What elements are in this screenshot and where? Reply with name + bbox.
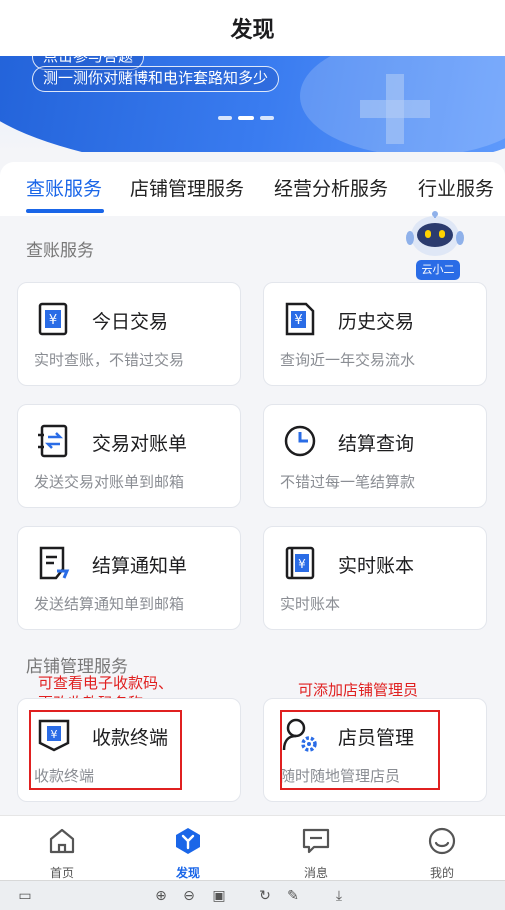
card-title: 今日交易 (92, 311, 169, 333)
section-title-checking: 查账服务 (26, 241, 94, 261)
card-description: 实时查账，不错过交易 (34, 351, 185, 369)
annotation-staff: 可添加店铺管理员 (298, 681, 419, 699)
card-title: 历史交易 (338, 311, 415, 333)
notice-document-icon (39, 546, 70, 580)
receipt-yen-icon: ¥ (38, 302, 68, 336)
nav-item-discover[interactable]: 发现 (153, 826, 223, 881)
top-header: 发现 (0, 0, 505, 56)
assistant-label: 云小二 (416, 260, 460, 280)
page-title: 发现 (230, 18, 275, 43)
tab-store-management[interactable]: 店铺管理服务 (130, 174, 244, 201)
assistant-widget[interactable]: 云小二 (402, 208, 468, 280)
card-title: 交易对账单 (92, 433, 188, 455)
card-settlement-notice[interactable]: 结算通知单 发送结算通知单到邮箱 (17, 526, 241, 630)
exchange-document-icon (38, 424, 68, 458)
banner-dot-active[interactable] (238, 116, 254, 120)
robot-icon (406, 211, 464, 256)
discover-icon (176, 828, 200, 854)
zoom-in-icon[interactable]: ⊕ (152, 887, 170, 905)
card-title: 结算查询 (338, 433, 415, 455)
banner-pagination (218, 116, 274, 120)
nav-label-discover: 发现 (175, 866, 200, 880)
home-icon (49, 828, 75, 854)
nav-item-message[interactable]: 消息 (281, 826, 351, 881)
rotate-icon[interactable]: ↻ (256, 887, 274, 905)
card-today-trade[interactable]: ¥ 今日交易 实时查账，不错过交易 (17, 282, 241, 386)
card-realtime-ledger[interactable]: ¥ 实时账本 实时账本 (263, 526, 487, 630)
promo-banner[interactable]: 点击参与答题 测一测你对赌博和电诈套路知多少 (0, 56, 505, 152)
ledger-book-icon: ¥ (285, 546, 315, 580)
nav-label-profile: 我的 (429, 866, 454, 880)
document-yen-icon: ¥ (285, 302, 315, 336)
viewer-toolbar: ▭ ⊕ ⊖ ▣ ↻ ✎ ⤓ (0, 880, 505, 910)
card-title: 实时账本 (338, 555, 415, 577)
nav-label-message: 消息 (303, 866, 328, 880)
tab-industry-service[interactable]: 行业服务 (418, 174, 494, 201)
download-icon[interactable]: ⤓ (330, 887, 348, 905)
tab-checking-service[interactable]: 查账服务 (26, 174, 102, 201)
nav-item-home[interactable]: 首页 (27, 826, 97, 881)
highlight-box-staff (280, 710, 440, 790)
nav-label-home: 首页 (49, 866, 74, 880)
card-description: 不错过每一笔结算款 (280, 473, 416, 491)
banner-quiz-pill[interactable]: 测一测你对赌博和电诈套路知多少 (32, 66, 280, 92)
tab-business-analysis[interactable]: 经营分析服务 (274, 174, 388, 201)
svg-text:¥: ¥ (294, 313, 302, 328)
bottom-navigation: 首页 发现 消息 我的 (0, 815, 505, 880)
card-description: 发送交易对账单到邮箱 (34, 473, 185, 491)
banner-dot[interactable] (218, 116, 232, 120)
sidebar-toggle-icon[interactable]: ▭ (16, 887, 34, 905)
card-description: 查询近一年交易流水 (280, 351, 416, 369)
message-icon (302, 828, 330, 854)
banner-cross-decoration (360, 74, 430, 144)
banner-dot[interactable] (260, 116, 274, 120)
card-title: 结算通知单 (92, 555, 188, 577)
card-description: 发送结算通知单到邮箱 (34, 595, 185, 613)
pen-icon[interactable]: ✎ (284, 887, 302, 905)
nav-item-profile[interactable]: 我的 (407, 826, 477, 881)
card-history-trade[interactable]: ¥ 历史交易 查询近一年交易流水 (263, 282, 487, 386)
card-reconcile[interactable]: 交易对账单 发送交易对账单到邮箱 (17, 404, 241, 508)
card-settlement-query[interactable]: 结算查询 不错过每一笔结算款 (263, 404, 487, 508)
zoom-out-icon[interactable]: ⊖ (180, 887, 198, 905)
highlight-box-terminal (29, 710, 182, 790)
annotation-terminal-line1: 可查看电子收款码、 (38, 674, 174, 692)
profile-icon (428, 827, 456, 855)
svg-text:¥: ¥ (49, 313, 57, 328)
fit-page-icon[interactable]: ▣ (210, 887, 228, 905)
card-description: 实时账本 (280, 595, 341, 613)
svg-text:¥: ¥ (298, 557, 306, 571)
active-tab-indicator (26, 209, 104, 213)
clock-icon (284, 425, 316, 457)
